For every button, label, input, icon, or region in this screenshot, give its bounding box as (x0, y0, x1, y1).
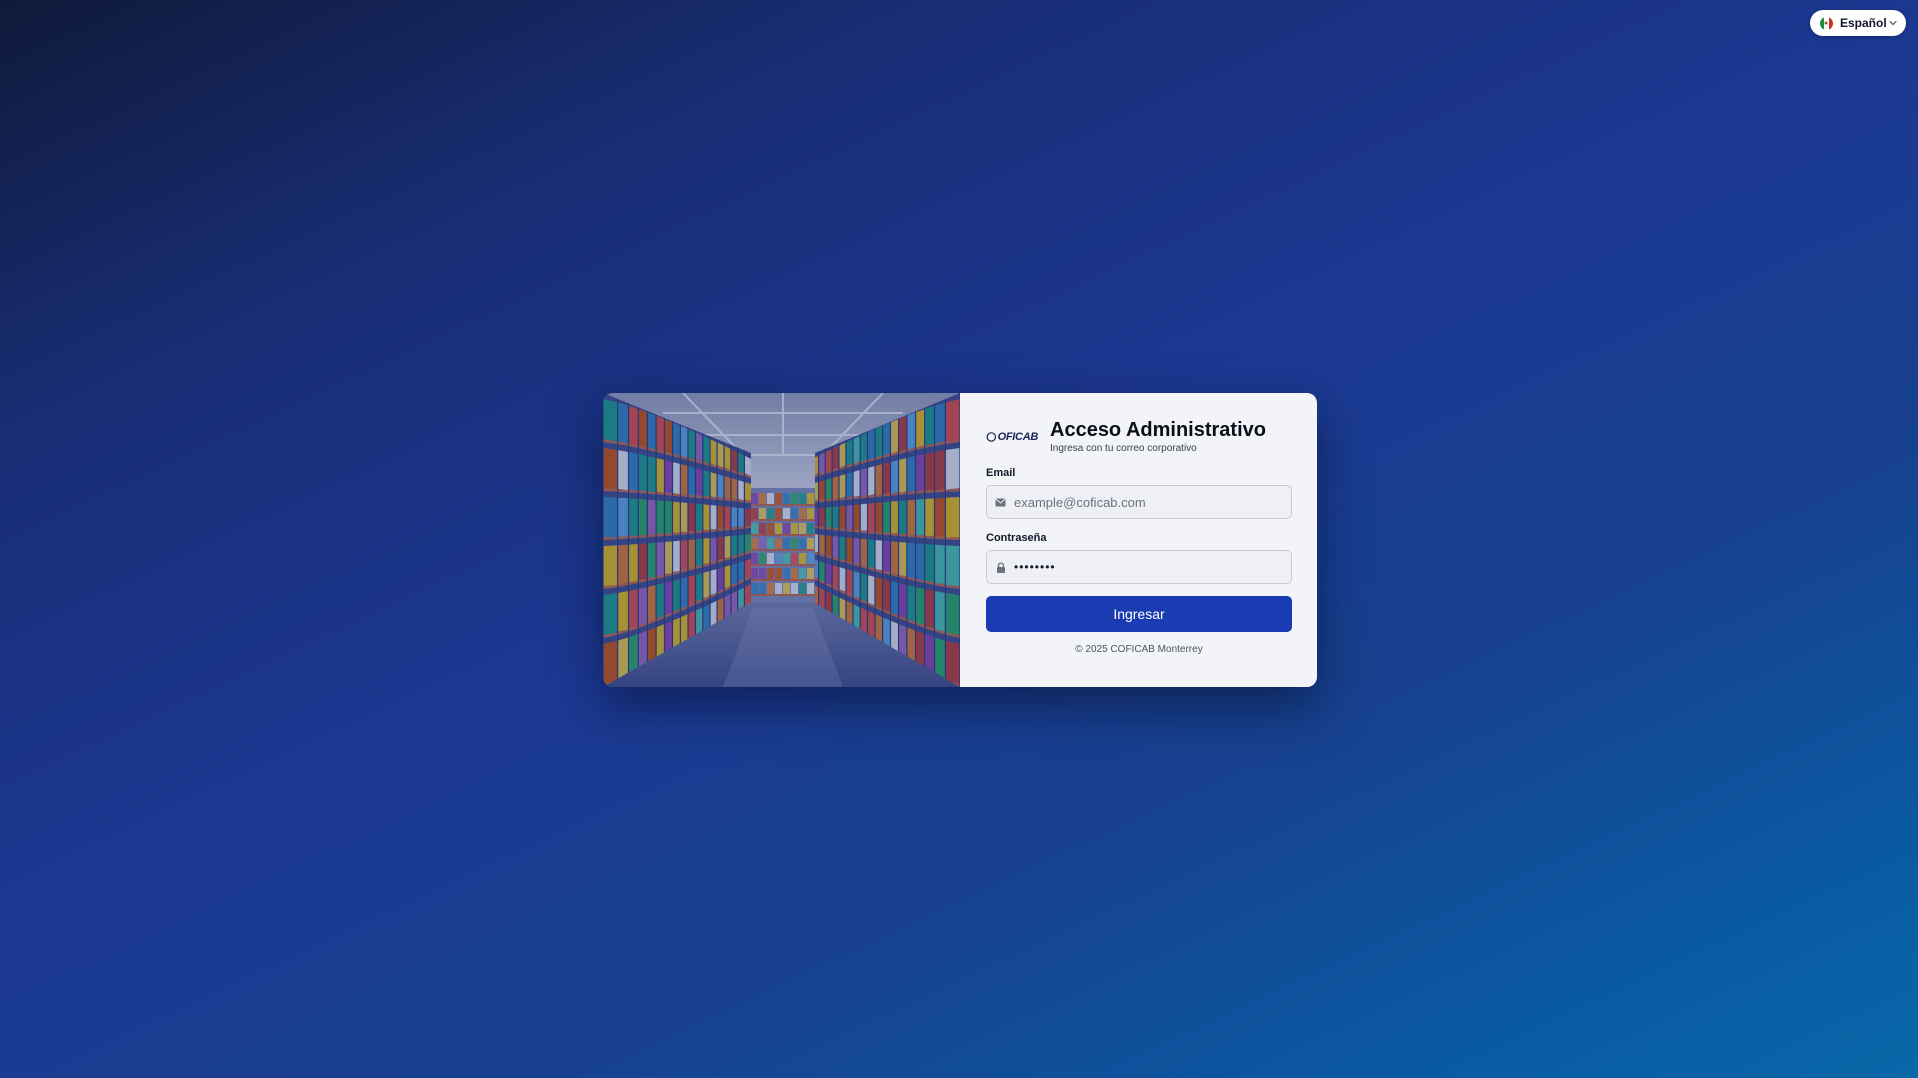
warehouse-image (603, 393, 960, 687)
language-label: Español (1840, 16, 1887, 30)
email-field-container[interactable] (986, 485, 1292, 519)
password-field[interactable] (1014, 560, 1284, 574)
lock-icon (995, 561, 1006, 573)
email-label: Email (986, 467, 1016, 479)
envelope-icon (995, 497, 1006, 508)
page-subtitle: Ingresa con tu correo corporativo (1050, 443, 1197, 454)
email-field[interactable] (1014, 494, 1284, 510)
chevron-down-icon (1888, 18, 1898, 28)
coficab-logo-text: OFICAB (997, 431, 1039, 443)
login-form-panel: OFICAB Acceso Administrativo Ingresa con… (960, 393, 1317, 687)
login-submit-button[interactable]: Ingresar (986, 596, 1292, 632)
password-label: Contraseña (986, 532, 1047, 544)
password-field-container[interactable] (986, 550, 1292, 584)
coficab-logo-mark (986, 432, 997, 442)
page-title: Acceso Administrativo (1050, 419, 1266, 441)
copyright-footer: © 2025 COFICAB Monterrey (1075, 644, 1203, 655)
coficab-logo: OFICAB (986, 426, 1038, 448)
language-selector[interactable]: Español (1810, 10, 1906, 36)
login-card: OFICAB Acceso Administrativo Ingresa con… (603, 393, 1317, 687)
mexico-flag-icon (1820, 16, 1833, 30)
